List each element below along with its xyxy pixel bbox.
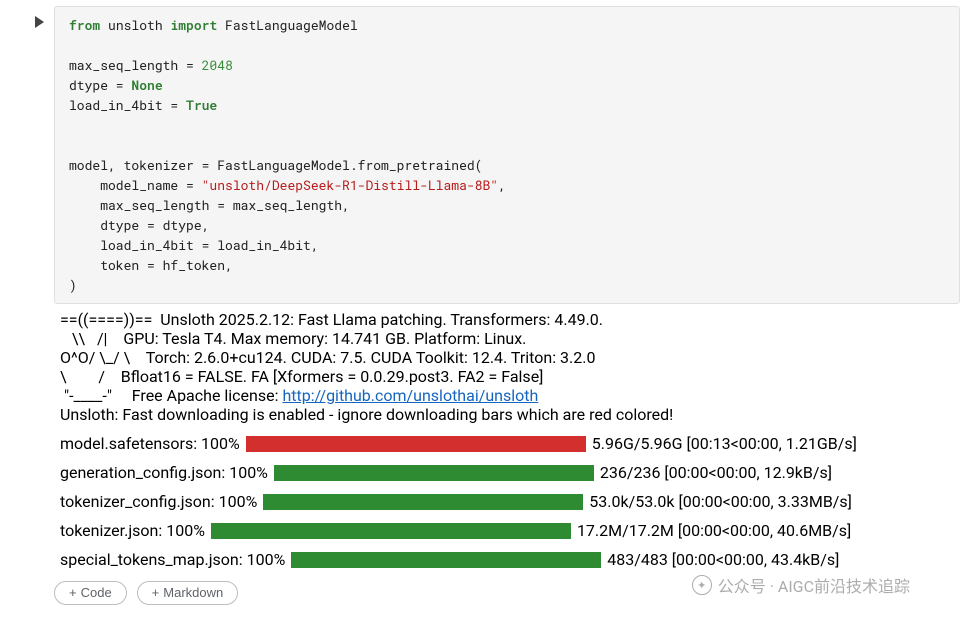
progress-bar xyxy=(263,494,583,510)
add-markdown-button[interactable]: + Markdown xyxy=(137,581,239,605)
progress-stats: 53.0k/53.0k [00:00<00:00, 3.33MB/s] xyxy=(589,492,852,511)
plus-icon: + xyxy=(69,585,77,600)
button-label: Code xyxy=(81,585,112,600)
wechat-icon: ✦ xyxy=(692,575,712,595)
progress-bar xyxy=(291,552,601,568)
cell-gutter xyxy=(6,6,54,304)
watermark-text: 公众号 · AIGC前沿技术追踪 xyxy=(718,573,910,597)
progress-label: tokenizer_config.json: 100% xyxy=(60,492,257,511)
log-text: ==((====))== Unsloth 2025.2.12: Fast Lla… xyxy=(60,310,960,424)
watermark: ✦ 公众号 · AIGC前沿技术追踪 xyxy=(692,573,910,597)
output-body: ==((====))== Unsloth 2025.2.12: Fast Lla… xyxy=(54,310,960,569)
add-code-button[interactable]: + Code xyxy=(54,581,127,605)
progress-label: model.safetensors: 100% xyxy=(60,434,240,453)
progress-bar xyxy=(274,465,594,481)
progress-row: tokenizer.json: 100% 17.2M/17.2M [00:00<0… xyxy=(60,521,960,540)
button-label: Markdown xyxy=(163,585,223,600)
run-icon[interactable] xyxy=(35,16,44,28)
output-cell: ==((====))== Unsloth 2025.2.12: Fast Lla… xyxy=(6,310,960,569)
progress-bar xyxy=(246,436,586,452)
progress-stats: 483/483 [00:00<00:00, 43.4kB/s] xyxy=(607,550,839,569)
progress-area: model.safetensors: 100% 5.96G/5.96G [00:1… xyxy=(60,434,960,569)
output-gutter xyxy=(6,310,54,569)
progress-bar xyxy=(211,523,571,539)
progress-label: tokenizer.json: 100% xyxy=(60,521,205,540)
code-editor[interactable]: from unsloth import FastLanguageModel ma… xyxy=(54,6,960,304)
progress-stats: 5.96G/5.96G [00:13<00:00, 1.21GB/s] xyxy=(592,434,857,453)
progress-stats: 236/236 [00:00<00:00, 12.9kB/s] xyxy=(600,463,832,482)
progress-label: generation_config.json: 100% xyxy=(60,463,268,482)
progress-stats: 17.2M/17.2M [00:00<00:00, 40.6MB/s] xyxy=(577,521,851,540)
progress-row: special_tokens_map.json: 100% 483/483 [00… xyxy=(60,550,960,569)
code-cell: from unsloth import FastLanguageModel ma… xyxy=(6,6,960,304)
progress-row: model.safetensors: 100% 5.96G/5.96G [00:1… xyxy=(60,434,960,453)
plus-icon: + xyxy=(152,585,160,600)
progress-row: tokenizer_config.json: 100% 53.0k/53.0k [… xyxy=(60,492,960,511)
progress-label: special_tokens_map.json: 100% xyxy=(60,550,285,569)
progress-row: generation_config.json: 100% 236/236 [00:… xyxy=(60,463,960,482)
